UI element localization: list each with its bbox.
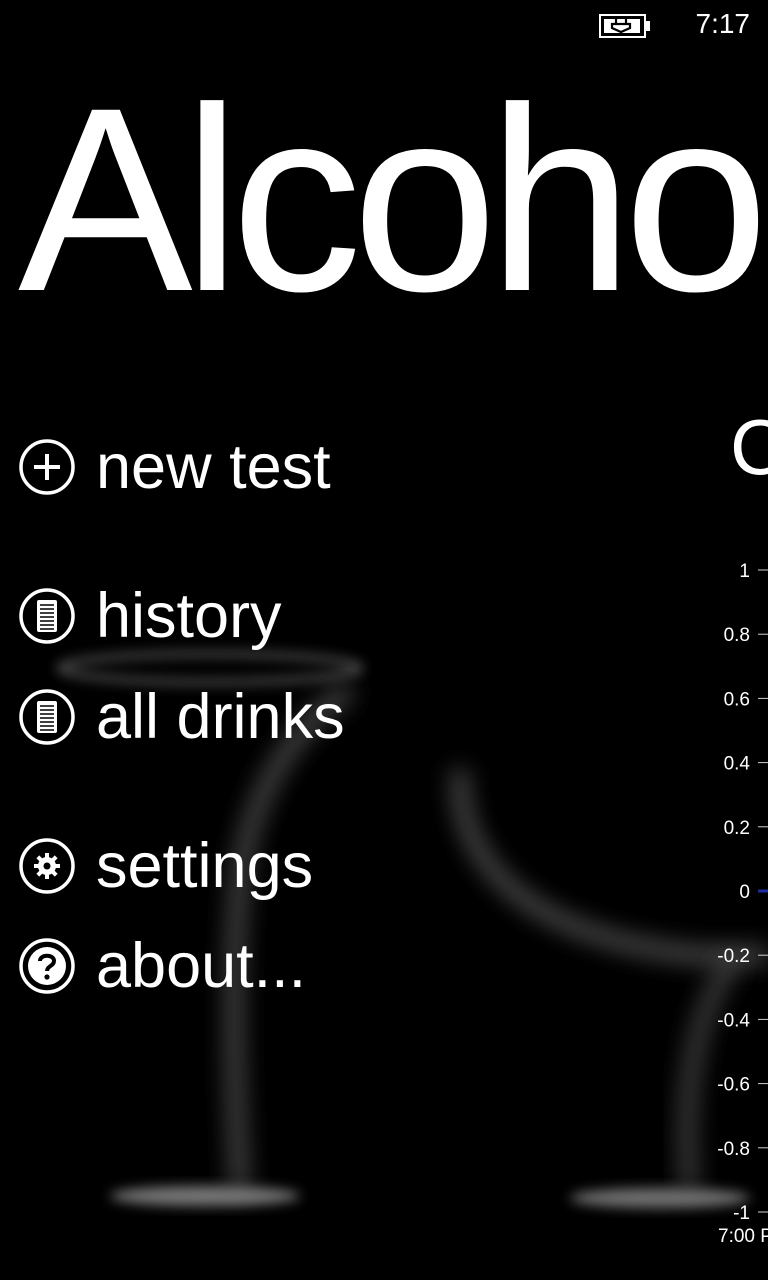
list-circle-icon: [19, 588, 75, 644]
y-tick-label: -1: [733, 1203, 750, 1224]
y-tick-label: 0.8: [724, 625, 750, 646]
all-drinks-label: all drinks: [96, 682, 345, 752]
all-drinks-button[interactable]: all drinks: [18, 677, 438, 757]
y-tick-label: -0.4: [717, 1010, 750, 1031]
history-label: history: [96, 581, 282, 651]
y-tick-label: -0.2: [717, 946, 750, 967]
section-heading: C: [730, 403, 768, 491]
y-tick-label: -0.6: [717, 1075, 750, 1096]
settings-label: settings: [96, 831, 314, 901]
x-tick-label: 7:00 P: [718, 1226, 768, 1247]
status-bar: 7:17: [0, 0, 768, 48]
about-label: about...: [96, 931, 307, 1001]
gear-circle-icon: [19, 838, 75, 894]
y-tick-label: 0: [739, 882, 750, 903]
y-tick-label: 0.6: [724, 689, 750, 710]
battery-charging-icon: [599, 14, 650, 38]
x-axis: 7:00 P: [718, 1226, 768, 1247]
list-circle-icon: [19, 689, 75, 745]
settings-button[interactable]: settings: [18, 826, 438, 906]
history-button[interactable]: history: [18, 576, 438, 656]
y-tick-label: -0.8: [717, 1139, 750, 1160]
about-button[interactable]: about...: [18, 926, 438, 1006]
y-tick-label: 1: [739, 561, 750, 582]
new-test-button[interactable]: new test: [18, 427, 438, 507]
app-title: Alcoho: [18, 53, 768, 346]
clock: 7:17: [695, 8, 751, 39]
y-tick-label: 0.4: [724, 754, 751, 775]
y-tick-label: 0.2: [724, 818, 750, 839]
question-circle-icon: [19, 938, 75, 994]
bac-chart: 1 0.8 0.6 0.4 0.2 0 -0.2 -0.4 -0.6 -0.8 -1 7:00 P: [717, 561, 768, 1247]
new-test-label: new test: [96, 432, 331, 502]
plus-circle-icon: [19, 439, 75, 495]
